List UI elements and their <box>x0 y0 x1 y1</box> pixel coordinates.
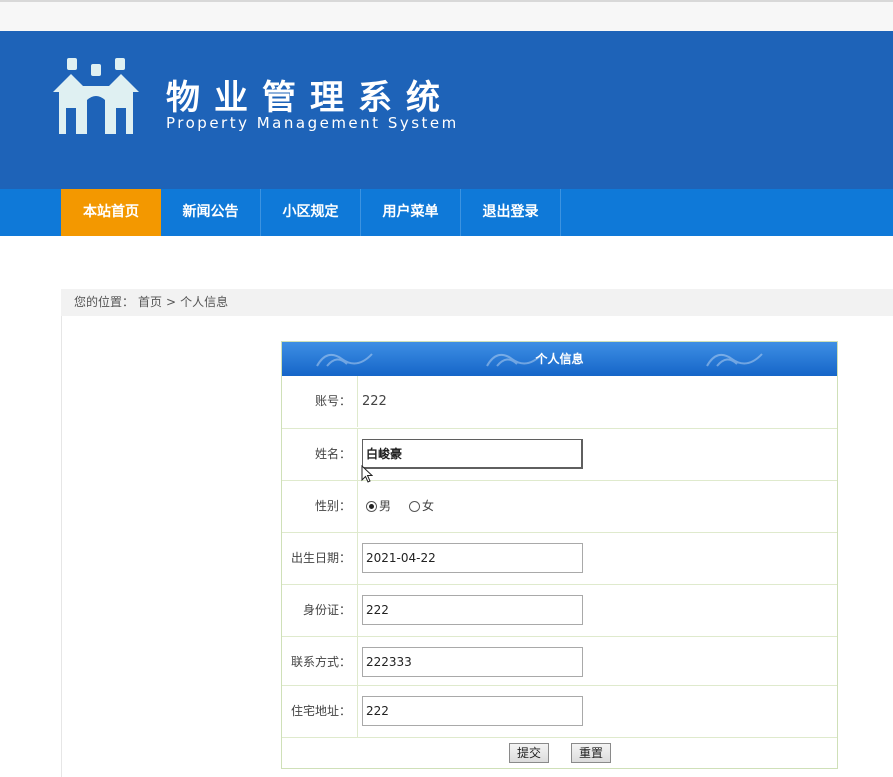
form-header: 个人信息 <box>282 342 837 376</box>
address-label: 住宅地址： <box>282 686 358 737</box>
row-phone: 联系方式： 222333 <box>282 636 837 688</box>
nav-item-news[interactable]: 新闻公告 <box>161 189 261 236</box>
idcard-input[interactable]: 222 <box>362 595 583 625</box>
mouse-cursor-icon <box>361 465 373 483</box>
reset-button[interactable]: 重置 <box>571 743 611 763</box>
row-address: 住宅地址： 222 <box>282 685 837 737</box>
idcard-label: 身份证： <box>282 585 358 636</box>
site-banner: 物业管理系统 Property Management System <box>0 31 893 189</box>
building-logo-icon <box>53 58 139 134</box>
ornament-icon <box>316 353 373 367</box>
birth-date-input[interactable]: 2021-04-22 <box>362 543 583 573</box>
account-label: 账号： <box>282 376 358 427</box>
breadcrumb-separator: > <box>166 295 177 309</box>
breadcrumb-prefix: 您的位置： <box>74 295 135 309</box>
row-account: 账号： 222 <box>282 376 837 428</box>
gender-label: 性别： <box>282 481 358 532</box>
row-idcard: 身份证： 222 <box>282 584 837 636</box>
gender-option-male: 男 <box>379 499 392 513</box>
main-nav: 本站首页 新闻公告 小区规定 用户菜单 退出登录 <box>0 189 893 236</box>
breadcrumb: 您的位置： 首页 > 个人信息 <box>61 289 893 316</box>
birth-label: 出生日期： <box>282 533 358 584</box>
gender-option-female: 女 <box>422 499 435 513</box>
address-input[interactable]: 222 <box>362 696 583 726</box>
submit-button[interactable]: 提交 <box>509 743 549 763</box>
gender-radio-female[interactable] <box>409 501 420 512</box>
name-label: 姓名： <box>282 429 358 480</box>
nav-item-logout[interactable]: 退出登录 <box>461 189 561 236</box>
form-title: 个人信息 <box>535 352 584 366</box>
account-value: 222 <box>362 394 387 409</box>
row-birth: 出生日期： 2021-04-22 <box>282 532 837 584</box>
site-title: 物业管理系统 <box>166 78 454 118</box>
phone-input[interactable]: 222333 <box>362 647 583 677</box>
nav-item-rules[interactable]: 小区规定 <box>261 189 361 236</box>
phone-label: 联系方式： <box>282 637 358 688</box>
profile-form: 个人信息 账号： 222 姓名： 白峻豪 性别： 男 女 出生日期： 2021-… <box>281 341 838 769</box>
breadcrumb-current: 个人信息 <box>180 295 229 309</box>
breadcrumb-home[interactable]: 首页 <box>138 295 162 309</box>
site-subtitle: Property Management System <box>166 114 459 132</box>
ornament-icon <box>706 353 763 367</box>
name-input[interactable]: 白峻豪 <box>362 439 583 469</box>
nav-item-home[interactable]: 本站首页 <box>61 189 161 236</box>
gender-radio-male[interactable] <box>366 501 377 512</box>
form-actions: 提交 重置 <box>282 737 837 768</box>
nav-item-user-menu[interactable]: 用户菜单 <box>361 189 461 236</box>
browser-top-strip <box>0 0 893 31</box>
row-gender: 性别： 男 女 <box>282 480 837 532</box>
